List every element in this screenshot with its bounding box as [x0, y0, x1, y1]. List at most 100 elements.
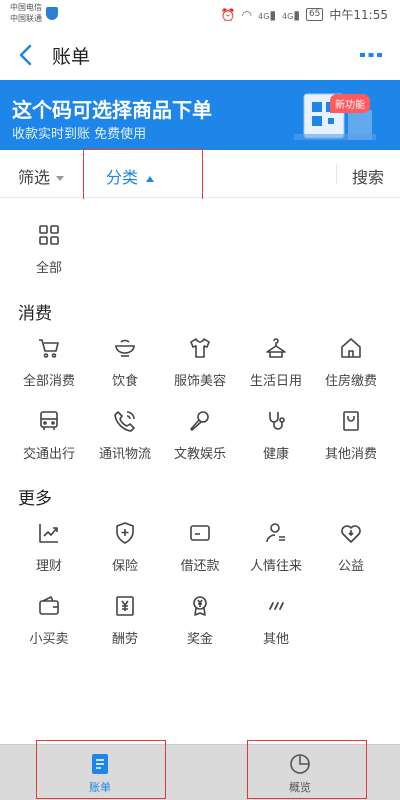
- heart-icon: [341, 525, 361, 543]
- carrier-info: 中国电信 中国联通: [10, 2, 42, 24]
- alarm-icon: ⏰: [220, 7, 236, 22]
- category-housing[interactable]: 住房缴费: [311, 336, 391, 398]
- category-label: 全部消费: [22, 374, 75, 389]
- battery-indicator: 65: [305, 8, 324, 21]
- carrier-1: 中国电信: [10, 3, 42, 12]
- category-label: 全部: [35, 261, 62, 276]
- tab-bill[interactable]: 账单: [0, 745, 200, 800]
- carrier-2: 中国联通: [10, 14, 42, 23]
- category-label: 健康: [262, 447, 289, 462]
- category-label: 其他: [262, 632, 289, 647]
- category-all[interactable]: 全部: [9, 223, 89, 285]
- category-label: 文教娱乐: [173, 447, 226, 462]
- grid-icon: [39, 225, 59, 245]
- category-bonus[interactable]: 奖金: [160, 594, 240, 656]
- clock: 中午11:55: [329, 8, 388, 22]
- promo-banner[interactable]: 这个码可选择商品下单 收款实时到账 免费使用 新功能: [0, 80, 400, 150]
- category-small-business[interactable]: 小买卖: [9, 594, 89, 656]
- nav-header: 账单: [0, 30, 400, 80]
- tab-label: 账单: [89, 781, 111, 794]
- category-label: 借还款: [180, 559, 220, 574]
- category-label: 保险: [111, 559, 138, 574]
- hanger-icon: [266, 338, 286, 358]
- bag-icon: [343, 411, 359, 431]
- category-label: 服饰美容: [173, 374, 226, 389]
- security-shield-icon: [46, 7, 58, 20]
- category-label: 分类: [106, 168, 139, 187]
- new-feature-badge: 新功能: [330, 94, 370, 113]
- category-label: 奖金: [186, 632, 213, 647]
- filter-dropdown[interactable]: 筛选: [18, 164, 65, 188]
- microphone-icon: [190, 411, 209, 431]
- category-loan[interactable]: 借还款: [160, 521, 240, 583]
- signal-2-icon: 4G▮: [282, 7, 300, 22]
- category-charity[interactable]: 公益: [311, 521, 391, 583]
- divider: [336, 164, 337, 184]
- banner-subtitle: 收款实时到账 免费使用: [12, 127, 147, 142]
- chart-icon: [39, 524, 58, 543]
- category-label: 人情往来: [249, 559, 302, 574]
- category-other-consume[interactable]: 其他消费: [311, 409, 391, 471]
- section-title-more: 更多: [18, 489, 52, 509]
- tab-label: 概览: [289, 781, 311, 794]
- category-all-consume[interactable]: 全部消费: [9, 336, 89, 398]
- cart-icon: [39, 339, 59, 358]
- slashes-icon: [269, 602, 284, 610]
- caret-up-icon: [146, 175, 155, 182]
- banner-title: 这个码可选择商品下单: [12, 98, 212, 122]
- page-title: 账单: [52, 46, 91, 68]
- category-insurance[interactable]: 保险: [85, 521, 165, 583]
- status-bar: 中国电信 中国联通 ⏰ ◠ 4G▮ 4G▮ 65 中午11:55: [0, 0, 400, 30]
- wifi-icon: ◠: [241, 7, 253, 22]
- tab-overview[interactable]: 概览: [200, 745, 400, 800]
- category-food[interactable]: 饮食: [85, 336, 165, 398]
- category-dropdown[interactable]: 分类: [106, 164, 155, 188]
- category-clothing[interactable]: 服饰美容: [160, 336, 240, 398]
- category-panel: 全部 消费 全部消费 饮食 服饰美容 生活日用 住房缴费 交通出行 通讯物流 文…: [0, 199, 400, 744]
- signal-1-icon: 4G▮: [258, 7, 277, 22]
- category-education[interactable]: 文教娱乐: [160, 409, 240, 471]
- back-button[interactable]: [14, 40, 40, 70]
- category-relations[interactable]: 人情往来: [236, 521, 316, 583]
- bowl-icon: [115, 339, 135, 357]
- bill-icon: [92, 754, 108, 774]
- category-other[interactable]: 其他: [236, 594, 316, 656]
- yen-doc-icon: [116, 596, 134, 616]
- phone-icon: [114, 411, 135, 432]
- status-indicators: ⏰ ◠ 4G▮ 4G▮ 65 中午11:55: [221, 6, 388, 23]
- category-telecom[interactable]: 通讯物流: [85, 409, 165, 471]
- stethoscope-icon: [269, 412, 285, 430]
- category-label: 住房缴费: [324, 374, 377, 389]
- card-icon: [190, 525, 210, 541]
- category-label: 酬劳: [111, 632, 138, 647]
- category-label: 其他消费: [324, 447, 377, 462]
- shirt-icon: [190, 338, 210, 358]
- more-dots-icon[interactable]: [360, 51, 382, 59]
- category-daily[interactable]: 生活日用: [236, 336, 316, 398]
- category-health[interactable]: 健康: [236, 409, 316, 471]
- bottom-tab-bar: 账单 概览: [0, 744, 400, 800]
- category-label: 生活日用: [249, 374, 302, 389]
- search-button[interactable]: 搜索: [352, 164, 384, 188]
- category-transport[interactable]: 交通出行: [9, 409, 89, 471]
- chevron-left-icon: [19, 44, 32, 66]
- category-label: 交通出行: [22, 447, 75, 462]
- section-title-consume: 消费: [18, 304, 52, 324]
- category-label: 小买卖: [29, 632, 69, 647]
- pie-chart-icon: [290, 754, 310, 774]
- bus-icon: [40, 411, 58, 430]
- category-label: 通讯物流: [98, 447, 151, 462]
- category-label: 理财: [35, 559, 62, 574]
- category-remuneration[interactable]: 酬劳: [85, 594, 165, 656]
- person-icon: [266, 523, 285, 543]
- house-icon: [341, 338, 361, 358]
- caret-down-icon: [56, 176, 65, 181]
- medal-icon: [193, 596, 207, 616]
- category-label: 饮食: [111, 374, 138, 389]
- filter-bar: 筛选 分类 搜索: [0, 150, 400, 198]
- category-finance[interactable]: 理财: [9, 521, 89, 583]
- shield-plus-icon: [116, 522, 134, 544]
- category-label: 公益: [337, 559, 364, 574]
- filter-label: 筛选: [18, 168, 51, 187]
- wallet-icon: [39, 596, 59, 615]
